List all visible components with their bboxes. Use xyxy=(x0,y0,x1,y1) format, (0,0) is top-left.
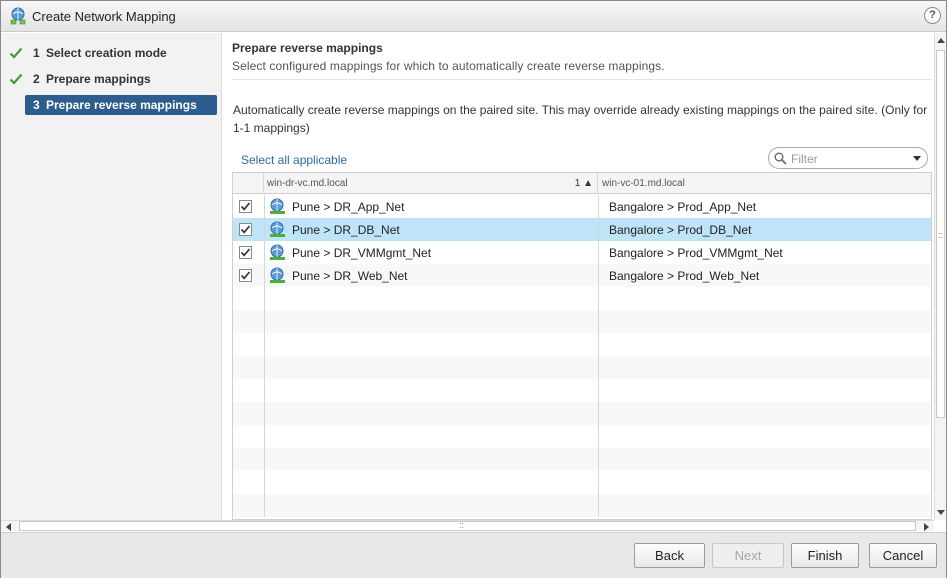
target-network-label: Bangalore > Prod_Web_Net xyxy=(609,269,760,283)
checkmark-icon xyxy=(9,72,23,86)
source-network-label: Pune > DR_VMMgmt_Net xyxy=(292,246,432,260)
grid-header: win-dr-vc.md.local 1 ▲ win-vc-01.md.loca… xyxy=(233,173,931,194)
checkmark-icon xyxy=(9,46,23,60)
step-select-creation-mode[interactable]: 1 Select creation mode xyxy=(1,43,222,63)
target-network-label: Bangalore > Prod_DB_Net xyxy=(609,223,752,237)
scrollbar-thumb[interactable] xyxy=(19,521,916,531)
section-title: Prepare reverse mappings xyxy=(232,41,383,55)
column-header-source-site[interactable]: win-dr-vc.md.local 1 ▲ xyxy=(264,173,598,194)
select-all-applicable-link[interactable]: Select all applicable xyxy=(241,153,347,167)
dialog-title: Create Network Mapping xyxy=(32,9,176,24)
empty-row xyxy=(233,287,931,310)
scroll-down-arrow-icon[interactable] xyxy=(937,510,945,515)
row-checkbox[interactable] xyxy=(239,223,252,236)
column-header-target-site[interactable]: win-vc-01.md.local xyxy=(599,173,931,194)
empty-row xyxy=(233,402,931,425)
cancel-button[interactable]: Cancel xyxy=(869,543,937,568)
source-network-cell: Pune > DR_DB_Net xyxy=(264,218,599,241)
step-number: 2 xyxy=(33,72,40,86)
step-label: Prepare mappings xyxy=(46,72,151,86)
step-label: Select creation mode xyxy=(46,46,167,60)
empty-row xyxy=(233,471,931,494)
step-number: 1 xyxy=(33,46,40,60)
source-network-label: Pune > DR_DB_Net xyxy=(292,223,400,237)
sort-indicator: 1 ▲ xyxy=(574,178,593,189)
header-checkbox-column xyxy=(233,173,264,194)
row-checkbox[interactable] xyxy=(239,246,252,259)
empty-row xyxy=(233,356,931,379)
empty-cell xyxy=(264,287,599,310)
mappings-grid: win-dr-vc.md.local 1 ▲ win-vc-01.md.loca… xyxy=(232,172,932,520)
mapping-row[interactable]: Pune > DR_App_Net Bangalore > Prod_App_Ne… xyxy=(233,195,931,218)
network-icon xyxy=(269,198,286,215)
row-checkbox[interactable] xyxy=(239,269,252,282)
title-bar: Create Network Mapping ? xyxy=(1,1,946,32)
create-network-mapping-dialog: Create Network Mapping ? 1 Select creati… xyxy=(0,0,947,578)
section-subtitle: Select configured mappings for which to … xyxy=(232,59,665,73)
column-header-label: win-dr-vc.md.local xyxy=(267,178,348,189)
next-button[interactable]: Next xyxy=(712,543,784,568)
empty-cell xyxy=(264,333,599,356)
step-label: Prepare reverse mappings xyxy=(46,98,197,112)
filter-input[interactable]: Filter xyxy=(768,147,928,169)
vertical-scrollbar[interactable] xyxy=(934,33,946,520)
empty-cell xyxy=(264,494,599,517)
network-icon xyxy=(269,221,286,238)
divider xyxy=(232,79,932,80)
empty-cell xyxy=(264,310,599,333)
empty-row xyxy=(233,333,931,356)
network-mapping-icon xyxy=(9,7,27,25)
search-icon xyxy=(774,152,787,165)
empty-cell xyxy=(264,379,599,402)
network-icon xyxy=(269,267,286,284)
filter-placeholder: Filter xyxy=(791,152,818,166)
source-network-label: Pune > DR_App_Net xyxy=(292,200,405,214)
empty-cell xyxy=(264,402,599,425)
help-button[interactable]: ? xyxy=(924,7,941,24)
scroll-left-arrow-icon[interactable] xyxy=(6,523,11,531)
empty-row xyxy=(233,379,931,402)
step-prepare-reverse-mappings[interactable]: 3 Prepare reverse mappings xyxy=(1,95,222,115)
mapping-row[interactable]: Pune > DR_Web_Net Bangalore > Prod_Web_Ne… xyxy=(233,264,931,287)
resize-grip-icon[interactable]: :: xyxy=(459,521,464,530)
mapping-row[interactable]: Pune > DR_DB_Net Bangalore > Prod_DB_Net xyxy=(233,218,931,241)
empty-row xyxy=(233,494,931,517)
back-button[interactable]: Back xyxy=(634,543,705,568)
finish-button[interactable]: Finish xyxy=(791,543,859,568)
mapping-row[interactable]: Pune > DR_VMMgmt_Net Bangalore > Prod_VMM… xyxy=(233,241,931,264)
source-network-cell: Pune > DR_App_Net xyxy=(264,195,599,218)
empty-cell xyxy=(264,425,599,448)
empty-row xyxy=(233,310,931,333)
scroll-right-arrow-icon[interactable] xyxy=(924,523,929,531)
target-network-label: Bangalore > Prod_App_Net xyxy=(609,200,757,214)
step-number: 3 xyxy=(33,98,40,112)
empty-row xyxy=(233,425,931,448)
horizontal-scrollbar[interactable]: :: xyxy=(1,520,934,531)
source-network-label: Pune > DR_Web_Net xyxy=(292,269,408,283)
resize-grip-icon[interactable]: :: xyxy=(938,230,944,240)
column-header-label: win-vc-01.md.local xyxy=(602,178,685,189)
chevron-down-icon[interactable] xyxy=(913,156,921,161)
source-network-cell: Pune > DR_VMMgmt_Net xyxy=(264,241,599,264)
step-prepare-mappings[interactable]: 2 Prepare mappings xyxy=(1,69,222,89)
main-content: Prepare reverse mappings Select configur… xyxy=(223,33,934,520)
description-text: Automatically create reverse mappings on… xyxy=(233,103,928,135)
target-network-label: Bangalore > Prod_VMMgmt_Net xyxy=(609,246,783,260)
row-checkbox[interactable] xyxy=(239,200,252,213)
grid-rows: Pune > DR_App_Net Bangalore > Prod_App_Ne… xyxy=(233,195,931,517)
empty-cell xyxy=(264,471,599,494)
empty-cell xyxy=(264,356,599,379)
network-icon xyxy=(269,244,286,261)
dialog-footer: Back Next Finish Cancel xyxy=(1,532,946,578)
wizard-steps-sidebar: 1 Select creation mode 2 Prepare mapping… xyxy=(1,33,222,520)
source-network-cell: Pune > DR_Web_Net xyxy=(264,264,599,287)
empty-cell xyxy=(264,448,599,471)
scroll-up-arrow-icon[interactable] xyxy=(937,38,945,43)
empty-row xyxy=(233,448,931,471)
